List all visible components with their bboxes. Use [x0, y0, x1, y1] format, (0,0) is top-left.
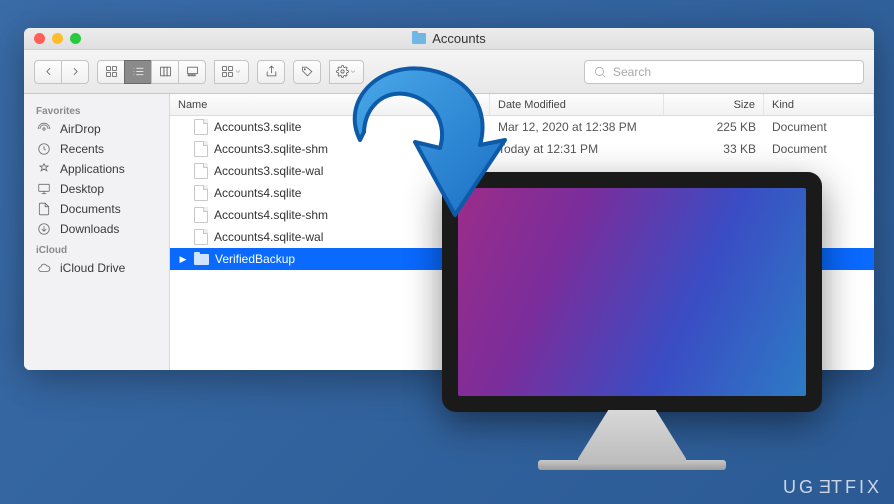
- cell-size: 33 KB: [664, 142, 764, 156]
- file-name: Accounts3.sqlite-wal: [214, 164, 323, 178]
- view-gallery-button[interactable]: [178, 60, 206, 84]
- cell-name: Accounts3.sqlite-shm: [170, 141, 490, 157]
- sidebar-item-applications[interactable]: Applications: [24, 159, 169, 179]
- sidebar-item-desktop[interactable]: Desktop: [24, 179, 169, 199]
- view-buttons: [97, 60, 206, 84]
- list-icon: [132, 65, 145, 78]
- column-name[interactable]: Name: [170, 94, 490, 115]
- recents-icon: [36, 142, 52, 156]
- column-kind[interactable]: Kind: [764, 94, 874, 115]
- maximize-button[interactable]: [70, 33, 81, 44]
- view-icons-button[interactable]: [97, 60, 125, 84]
- tags-button[interactable]: [293, 60, 321, 84]
- sidebar-item-airdrop[interactable]: AirDrop: [24, 119, 169, 139]
- sidebar-item-icloud-drive[interactable]: iCloud Drive: [24, 258, 169, 278]
- file-icon: [194, 141, 208, 157]
- search-icon: [593, 65, 607, 79]
- chevron-down-icon: [234, 65, 242, 78]
- file-name: Accounts4.sqlite: [214, 186, 301, 200]
- tag-icon: [301, 65, 314, 78]
- file-icon: [194, 185, 208, 201]
- cell-date: Today at 12:31 PM: [490, 142, 664, 156]
- window-title-text: Accounts: [432, 31, 485, 46]
- file-name: VerifiedBackup: [215, 252, 295, 266]
- file-name: Accounts3.sqlite: [214, 120, 301, 134]
- imac-illustration: [442, 172, 822, 482]
- sidebar-item-label: Desktop: [60, 182, 104, 196]
- imac-display: [458, 188, 806, 396]
- icloud-icon: [36, 261, 52, 275]
- column-date[interactable]: Date Modified: [490, 94, 664, 115]
- titlebar: Accounts: [24, 28, 874, 50]
- sidebar-item-recents[interactable]: Recents: [24, 139, 169, 159]
- view-columns-button[interactable]: [151, 60, 179, 84]
- cell-kind: Document: [764, 120, 874, 134]
- columns-icon: [159, 65, 172, 78]
- sidebar-item-label: Applications: [60, 162, 125, 176]
- cell-kind: Document: [764, 142, 874, 156]
- file-name: Accounts3.sqlite-shm: [214, 142, 328, 156]
- forward-button[interactable]: [61, 60, 89, 84]
- watermark: UGETFIX: [783, 477, 882, 498]
- sidebar-item-label: Documents: [60, 202, 121, 216]
- downloads-icon: [36, 222, 52, 236]
- sidebar-item-label: Recents: [60, 142, 104, 156]
- file-name: Accounts4.sqlite-wal: [214, 230, 323, 244]
- sidebar: Favorites AirDrop Recents Applications D…: [24, 94, 170, 370]
- desktop-icon: [36, 182, 52, 196]
- arrange-button[interactable]: [214, 60, 249, 84]
- minimize-button[interactable]: [52, 33, 63, 44]
- table-row[interactable]: Accounts3.sqlite-shm Today at 12:31 PM33 …: [170, 138, 874, 160]
- imac-stand: [578, 410, 686, 464]
- arrange-group: [214, 60, 249, 84]
- file-name: Accounts4.sqlite-shm: [214, 208, 328, 222]
- gallery-icon: [186, 65, 199, 78]
- nav-buttons: [34, 60, 89, 84]
- view-list-button[interactable]: [124, 60, 152, 84]
- toolbar: Search: [24, 50, 874, 94]
- gear-icon: [336, 65, 349, 78]
- sidebar-item-label: iCloud Drive: [60, 261, 125, 275]
- sidebar-heading-favorites: Favorites: [24, 100, 169, 119]
- search-input[interactable]: Search: [584, 60, 864, 84]
- search-placeholder: Search: [613, 65, 651, 79]
- airdrop-icon: [36, 122, 52, 136]
- chevron-down-icon: [349, 65, 357, 78]
- traffic-lights: [34, 33, 81, 44]
- file-icon: [194, 119, 208, 135]
- share-icon: [265, 65, 278, 78]
- close-button[interactable]: [34, 33, 45, 44]
- action-button[interactable]: [329, 60, 364, 84]
- grid-icon: [105, 65, 118, 78]
- arrange-icon: [221, 65, 234, 78]
- cell-date: Mar 12, 2020 at 12:38 PM: [490, 120, 664, 134]
- chevron-left-icon: [42, 65, 55, 78]
- table-row[interactable]: Accounts3.sqlite Mar 12, 2020 at 12:38 PM…: [170, 116, 874, 138]
- disclosure-triangle[interactable]: ▶: [178, 254, 188, 265]
- sidebar-heading-icloud: iCloud: [24, 239, 169, 258]
- documents-icon: [36, 202, 52, 216]
- file-icon: [194, 207, 208, 223]
- back-button[interactable]: [34, 60, 62, 84]
- share-button[interactable]: [257, 60, 285, 84]
- column-size[interactable]: Size: [664, 94, 764, 115]
- applications-icon: [36, 162, 52, 176]
- folder-icon: [194, 254, 209, 265]
- action-group: [329, 60, 364, 84]
- sidebar-item-downloads[interactable]: Downloads: [24, 219, 169, 239]
- file-icon: [194, 163, 208, 179]
- sidebar-item-label: AirDrop: [60, 122, 101, 136]
- folder-icon: [412, 33, 426, 44]
- cell-size: 225 KB: [664, 120, 764, 134]
- sidebar-item-documents[interactable]: Documents: [24, 199, 169, 219]
- imac-screen: [442, 172, 822, 412]
- column-headers: Name Date Modified Size Kind: [170, 94, 874, 116]
- window-title: Accounts: [412, 31, 485, 46]
- sidebar-item-label: Downloads: [60, 222, 119, 236]
- file-icon: [194, 229, 208, 245]
- cell-name: Accounts3.sqlite: [170, 119, 490, 135]
- chevron-right-icon: [69, 65, 82, 78]
